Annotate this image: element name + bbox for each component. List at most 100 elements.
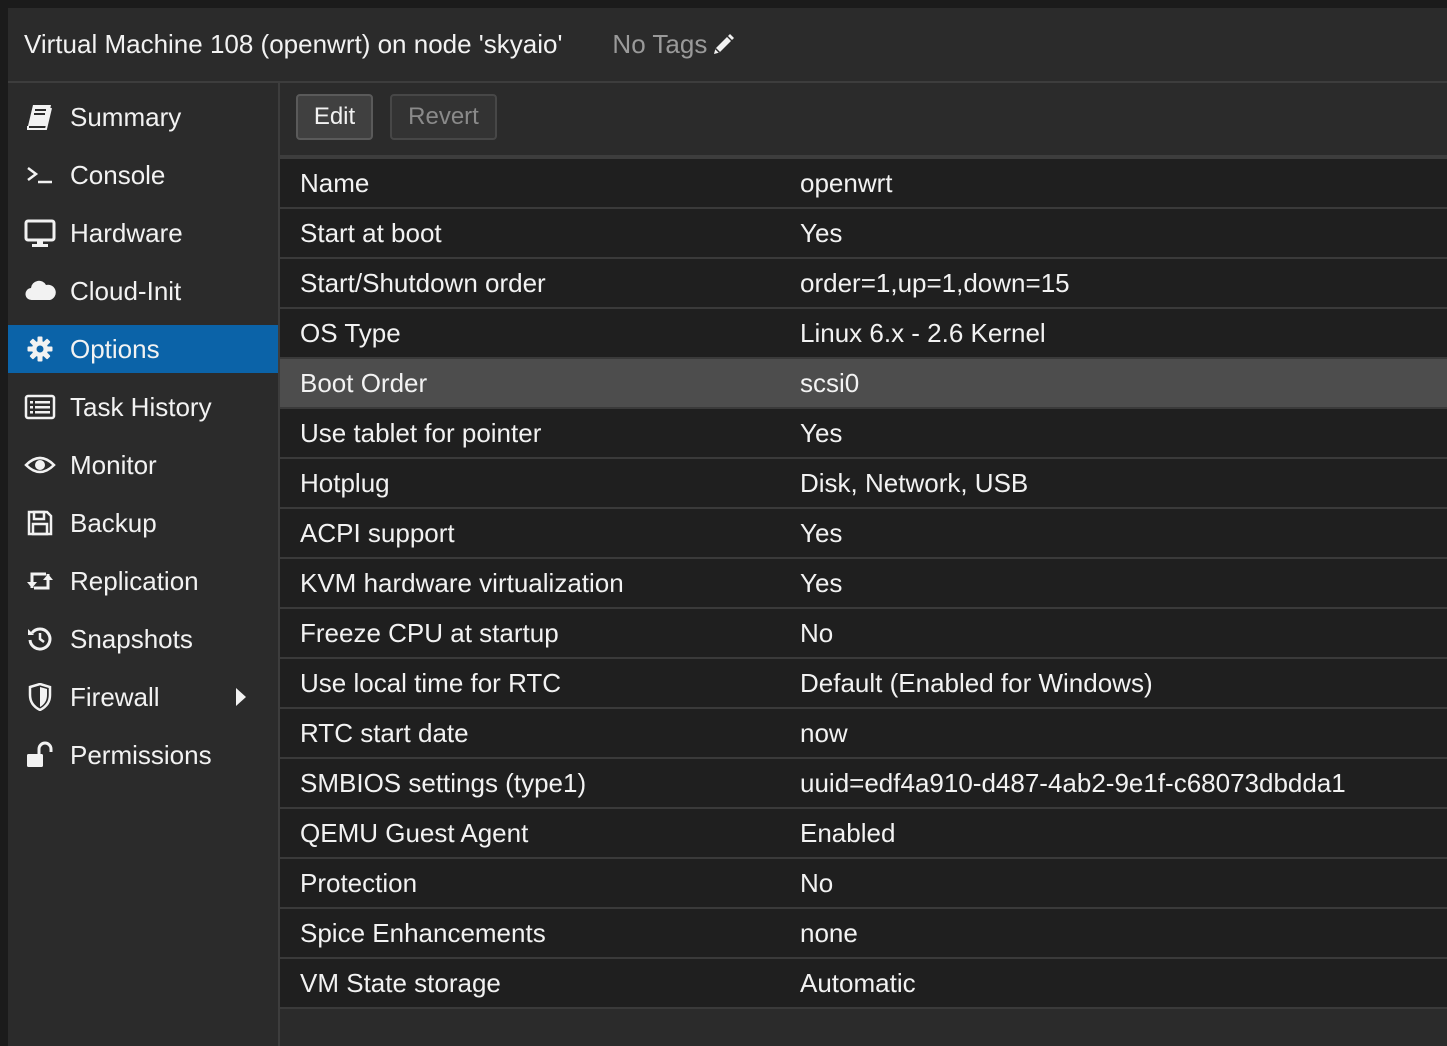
page-title: Virtual Machine 108 (openwrt) on node 's… <box>24 29 563 59</box>
option-value: uuid=edf4a910-d487-4ab2-9e1f-c68073dbdda… <box>800 768 1346 798</box>
option-value: openwrt <box>800 168 893 198</box>
gear-icon <box>24 333 56 365</box>
sidebar-item-label: Hardware <box>70 217 183 248</box>
option-key: SMBIOS settings (type1) <box>300 768 587 798</box>
options-row[interactable]: Spice Enhancements none <box>280 909 1447 959</box>
option-key: QEMU Guest Agent <box>300 818 529 848</box>
retweet-icon <box>24 565 56 597</box>
desktop-icon <box>24 217 56 249</box>
sidebar-nav: Summary Console Hardware Cloud-Init Opti… <box>8 83 280 1046</box>
tags-editor[interactable]: No Tags <box>612 29 735 60</box>
sidebar-item-label: Backup <box>70 507 157 538</box>
options-row[interactable]: VM State storage Automatic <box>280 959 1447 1009</box>
sidebar-item-monitor[interactable]: Monitor <box>8 441 278 489</box>
options-row[interactable]: Use local time for RTC Default (Enabled f… <box>280 659 1447 709</box>
options-grid: Name openwrt Start at boot Yes Start/Shutdow… <box>280 157 1447 1009</box>
options-row[interactable]: Boot Order scsi0 <box>280 359 1447 409</box>
vm-options-panel: Virtual Machine 108 (openwrt) on node 's… <box>8 8 1447 1046</box>
option-key: Boot Order <box>300 368 428 398</box>
sidebar-item-cloud-init[interactable]: Cloud-Init <box>8 267 278 315</box>
terminal-icon <box>24 159 56 191</box>
options-row[interactable]: Start/Shutdown order order=1,up=1,down=15 <box>280 259 1447 309</box>
revert-button[interactable]: Revert <box>390 94 497 140</box>
sidebar-item-label: Cloud-Init <box>70 275 182 306</box>
option-key: Hotplug <box>300 468 390 498</box>
sidebar-item-label: Options <box>70 333 160 364</box>
unlock-icon <box>24 739 56 771</box>
eye-icon <box>24 449 56 481</box>
options-row[interactable]: Freeze CPU at startup No <box>280 609 1447 659</box>
options-row[interactable]: Name openwrt <box>280 159 1447 209</box>
option-value: order=1,up=1,down=15 <box>800 268 1070 298</box>
option-value: Enabled <box>800 818 896 848</box>
option-key: ACPI support <box>300 518 455 548</box>
toolbar: Edit Revert <box>280 83 1447 157</box>
sidebar-item-label: Permissions <box>70 739 212 770</box>
option-key: Freeze CPU at startup <box>300 618 559 648</box>
option-value: Yes <box>800 518 843 548</box>
tags-label: No Tags <box>612 29 708 59</box>
options-row[interactable]: QEMU Guest Agent Enabled <box>280 809 1447 859</box>
option-value: Yes <box>800 568 843 598</box>
option-key: VM State storage <box>300 968 501 998</box>
option-key: Start at boot <box>300 218 442 248</box>
sidebar-item-snapshots[interactable]: Snapshots <box>8 615 278 663</box>
expand-arrow-icon[interactable] <box>234 685 250 709</box>
sidebar-item-options[interactable]: Options <box>8 325 278 373</box>
option-key: KVM hardware virtualization <box>300 568 624 598</box>
option-key: Name <box>300 168 370 198</box>
shield-icon <box>24 681 56 713</box>
edit-button[interactable]: Edit <box>296 94 373 140</box>
floppy-icon <box>24 507 56 539</box>
sidebar-item-label: Firewall <box>70 681 160 712</box>
option-value: Automatic <box>800 968 916 998</box>
option-value: Default (Enabled for Windows) <box>800 668 1153 698</box>
option-key: Spice Enhancements <box>300 918 546 948</box>
option-value: No <box>800 868 834 898</box>
list-icon <box>24 391 56 423</box>
options-row[interactable]: Protection No <box>280 859 1447 909</box>
sidebar-item-summary[interactable]: Summary <box>8 93 278 141</box>
option-value: Yes <box>800 418 843 448</box>
option-key: Protection <box>300 868 418 898</box>
option-key: Use tablet for pointer <box>300 418 542 448</box>
option-value: Yes <box>800 218 843 248</box>
options-row[interactable]: SMBIOS settings (type1) uuid=edf4a910-d48… <box>280 759 1447 809</box>
options-content: Edit Revert Name openwrt Start at boot Yes S… <box>280 83 1447 1046</box>
option-value: No <box>800 618 834 648</box>
options-row[interactable]: Use tablet for pointer Yes <box>280 409 1447 459</box>
options-row[interactable]: Hotplug Disk, Network, USB <box>280 459 1447 509</box>
sidebar-item-label: Console <box>70 159 166 190</box>
sidebar-item-label: Summary <box>70 101 182 132</box>
option-key: Start/Shutdown order <box>300 268 546 298</box>
options-row[interactable]: RTC start date now <box>280 709 1447 759</box>
sidebar-item-label: Snapshots <box>70 623 193 654</box>
book-icon <box>24 101 56 133</box>
cloud-icon <box>24 275 56 307</box>
option-value: now <box>800 718 848 748</box>
sidebar-item-label: Replication <box>70 565 199 596</box>
sidebar-item-firewall[interactable]: Firewall <box>8 673 278 721</box>
option-value: Linux 6.x - 2.6 Kernel <box>800 318 1046 348</box>
option-value: none <box>800 918 858 948</box>
sidebar-item-backup[interactable]: Backup <box>8 499 278 547</box>
sidebar-item-replication[interactable]: Replication <box>8 557 278 605</box>
options-row[interactable]: Start at boot Yes <box>280 209 1447 259</box>
options-row[interactable]: ACPI support Yes <box>280 509 1447 559</box>
sidebar-item-console[interactable]: Console <box>8 151 278 199</box>
option-key: OS Type <box>300 318 401 348</box>
sidebar-item-hardware[interactable]: Hardware <box>8 209 278 257</box>
sidebar-item-label: Task History <box>70 391 212 422</box>
option-value: scsi0 <box>800 368 860 398</box>
option-key: Use local time for RTC <box>300 668 562 698</box>
history-icon <box>24 623 56 655</box>
pencil-icon[interactable] <box>711 33 735 57</box>
option-key: RTC start date <box>300 718 469 748</box>
option-value: Disk, Network, USB <box>800 468 1029 498</box>
sidebar-item-task-history[interactable]: Task History <box>8 383 278 431</box>
options-row[interactable]: OS Type Linux 6.x - 2.6 Kernel <box>280 309 1447 359</box>
panel-header: Virtual Machine 108 (openwrt) on node 's… <box>8 8 1447 83</box>
options-row[interactable]: KVM hardware virtualization Yes <box>280 559 1447 609</box>
sidebar-item-permissions[interactable]: Permissions <box>8 731 278 779</box>
sidebar-item-label: Monitor <box>70 449 157 480</box>
